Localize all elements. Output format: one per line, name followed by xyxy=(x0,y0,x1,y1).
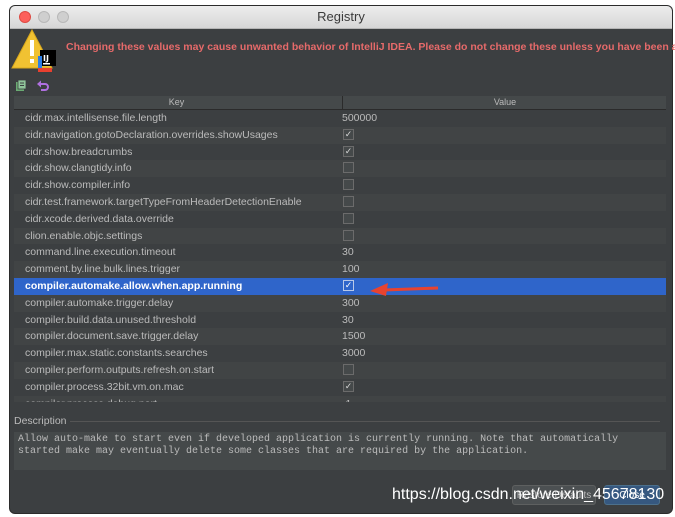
row-value-checkbox[interactable] xyxy=(343,195,354,207)
table-row[interactable]: cidr.xcode.derived.data.override xyxy=(14,211,666,228)
revert-icon[interactable] xyxy=(36,79,50,93)
table-row[interactable]: comment.by.line.bulk.lines.trigger 100 xyxy=(14,261,666,278)
table-header: Key Value xyxy=(14,96,666,110)
table-row[interactable]: cidr.show.compiler.info xyxy=(14,177,666,194)
table-row[interactable]: compiler.automake.trigger.delay 300 xyxy=(14,294,666,312)
row-key: cidr.xcode.derived.data.override xyxy=(25,212,174,225)
row-key: cidr.navigation.gotoDeclaration.override… xyxy=(25,128,278,141)
table-row[interactable]: compiler.perform.outputs.refresh.on.star… xyxy=(14,361,666,379)
row-value-checkbox[interactable]: ✓ xyxy=(343,128,354,140)
description-label: Description xyxy=(14,415,67,427)
row-value[interactable]: 30 xyxy=(342,314,354,326)
row-value[interactable]: 30 xyxy=(342,246,354,258)
row-key: cidr.show.compiler.info xyxy=(25,179,131,192)
table-row[interactable]: compiler.automake.allow.when.app.running… xyxy=(14,277,666,295)
row-value-checkbox[interactable] xyxy=(343,179,354,191)
table-row[interactable]: clion.enable.objc.settings xyxy=(14,227,666,245)
table-row[interactable]: compiler.process.debug.port -1 xyxy=(14,395,666,402)
annotation-arrow xyxy=(370,283,439,296)
row-value[interactable]: 500000 xyxy=(342,112,377,124)
table-row[interactable]: cidr.show.breadcrumbs ✓ xyxy=(14,144,666,161)
row-key: compiler.max.static.constants.searches xyxy=(25,347,208,360)
row-key: cidr.test.framework.targetTypeFromHeader… xyxy=(25,195,302,208)
window-title: Registry xyxy=(317,9,365,24)
description-text: Allow auto-make to start even if develop… xyxy=(14,432,666,470)
row-key: command.line.execution.timeout xyxy=(25,246,176,259)
row-value-checkbox[interactable]: ✓ xyxy=(343,279,354,291)
row-key: compiler.process.32bit.vm.on.mac xyxy=(25,380,184,393)
row-key: comment.by.line.bulk.lines.trigger xyxy=(25,263,181,276)
warning-message: Changing these values may cause unwanted… xyxy=(66,41,675,53)
table-row[interactable]: compiler.document.save.trigger.delay 1500 xyxy=(14,328,666,346)
svg-text:IJ: IJ xyxy=(43,54,49,63)
table-row[interactable]: cidr.navigation.gotoDeclaration.override… xyxy=(14,126,666,144)
row-key: clion.enable.objc.settings xyxy=(25,229,143,242)
table-row[interactable]: cidr.test.framework.targetTypeFromHeader… xyxy=(14,193,666,211)
registry-toolbar xyxy=(14,79,54,95)
table-row[interactable]: compiler.build.data.unused.threshold 30 xyxy=(14,312,666,329)
table-row[interactable]: cidr.show.clangtidy.info xyxy=(14,160,666,178)
description-divider xyxy=(70,421,660,422)
row-key: compiler.automake.allow.when.app.running xyxy=(25,279,243,292)
table-row[interactable]: cidr.max.intellisense.file.length 500000 xyxy=(14,110,666,127)
row-key: compiler.automake.trigger.delay xyxy=(25,296,174,309)
table-row[interactable]: compiler.process.32bit.vm.on.mac ✓ xyxy=(14,379,666,396)
warning-banner: IJ Changing these values may cause unwan… xyxy=(10,28,675,74)
row-value-checkbox[interactable] xyxy=(343,363,354,375)
row-key: cidr.max.intellisense.file.length xyxy=(25,112,167,124)
row-value-checkbox[interactable] xyxy=(343,229,354,241)
row-value-checkbox[interactable] xyxy=(343,162,354,174)
edit-icon[interactable] xyxy=(14,79,28,93)
column-header-value[interactable]: Value xyxy=(342,96,666,109)
row-key: compiler.document.save.trigger.delay xyxy=(25,330,199,343)
row-value[interactable]: 1500 xyxy=(342,330,365,342)
row-value-checkbox[interactable] xyxy=(343,212,354,224)
row-value[interactable]: -1 xyxy=(342,398,351,402)
row-key: compiler.perform.outputs.refresh.on.star… xyxy=(25,363,215,376)
row-key: compiler.process.debug.port xyxy=(25,398,157,402)
table-row[interactable]: command.line.execution.timeout 30 xyxy=(14,244,666,261)
row-value[interactable]: 100 xyxy=(342,263,360,275)
row-value[interactable]: 300 xyxy=(342,297,360,309)
row-value-checkbox[interactable]: ✓ xyxy=(343,145,354,157)
row-value[interactable]: 3000 xyxy=(342,347,365,359)
table-body: cidr.max.intellisense.file.length 500000 c… xyxy=(14,110,666,402)
row-key: cidr.show.clangtidy.info xyxy=(25,162,132,175)
registry-table: Key Value cidr.max.intellisense.file.len… xyxy=(14,96,666,402)
title-bar: Registry xyxy=(10,6,672,29)
row-key: cidr.show.breadcrumbs xyxy=(25,145,133,158)
row-value-checkbox[interactable]: ✓ xyxy=(343,380,354,392)
watermark: https://blog.csdn.net/weixin_45678130 xyxy=(392,486,665,503)
column-header-key[interactable]: Key xyxy=(14,97,339,107)
warning-intellij-icon: IJ xyxy=(11,28,56,72)
table-row[interactable]: compiler.max.static.constants.searches 30… xyxy=(14,345,666,362)
row-key: compiler.build.data.unused.threshold xyxy=(25,313,197,326)
